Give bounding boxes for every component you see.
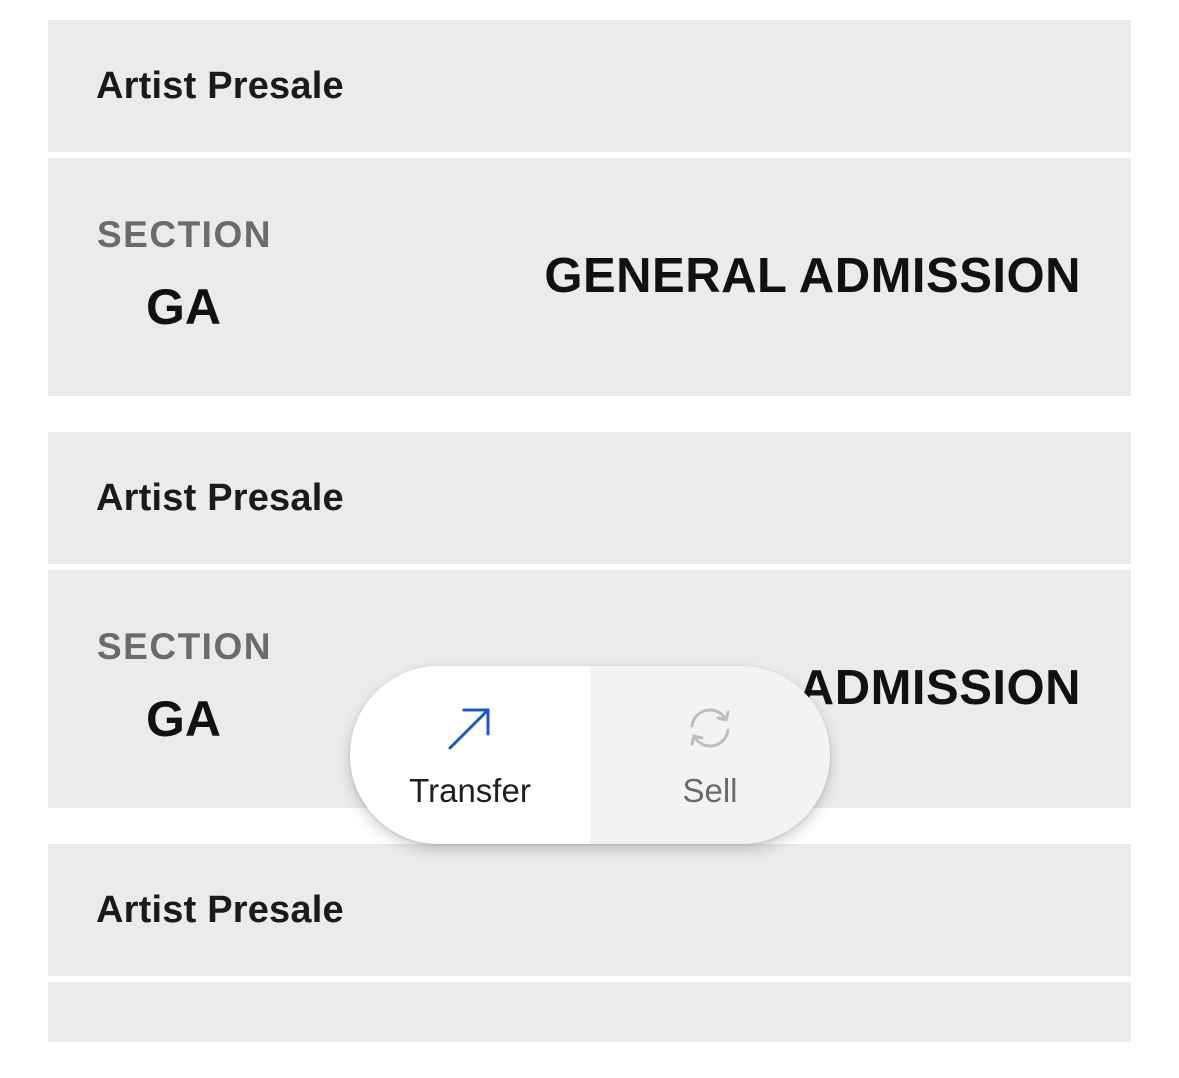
presale-header: Artist Presale	[48, 20, 1131, 152]
sell-label: Sell	[682, 772, 738, 809]
arrow-up-right-icon	[448, 708, 490, 750]
presale-label: Artist Presale	[96, 888, 344, 931]
ticket-action-menu: Transfer Sell	[350, 666, 830, 844]
presale-header: Artist Presale	[48, 432, 1131, 564]
refresh-icon	[690, 708, 730, 748]
section-caption: SECTION	[97, 626, 272, 667]
section-caption: SECTION	[97, 214, 272, 255]
section-panel-partial	[48, 982, 1131, 1042]
ticket-card[interactable]: Artist Presale	[48, 844, 1131, 1042]
presale-label: Artist Presale	[96, 476, 344, 519]
transfer-button[interactable]: Transfer	[350, 666, 590, 844]
sell-button[interactable]: Sell	[590, 666, 830, 844]
presale-header: Artist Presale	[48, 844, 1131, 976]
section-panel: SECTION GA GENERAL ADMISSION	[48, 158, 1131, 396]
ticket-list: Artist Presale SECTION GA GENERAL ADMISS…	[48, 20, 1131, 1078]
presale-label: Artist Presale	[96, 64, 344, 107]
section-value: GA	[146, 279, 221, 335]
section-value: GA	[146, 691, 221, 747]
admission-label: GENERAL ADMISSION	[544, 249, 1081, 303]
transfer-label: Transfer	[409, 772, 531, 809]
ticket-card[interactable]: Artist Presale SECTION GA GENERAL ADMISS…	[48, 20, 1131, 396]
